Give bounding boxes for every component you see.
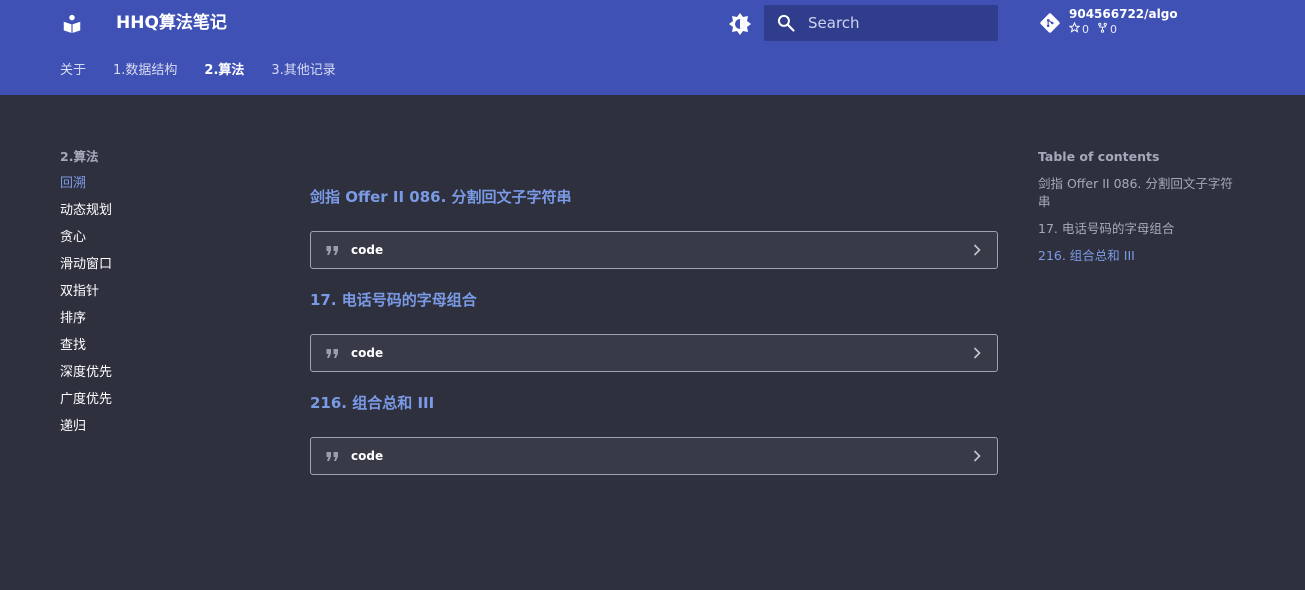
- repo-stars: 0: [1068, 21, 1089, 38]
- sidebar-item-sliding-window[interactable]: 滑动窗口: [60, 256, 260, 274]
- sidebar-nav: 2.算法 回溯 动态规划 贪心 滑动窗口 双指针 排序 查找 深度优先 广度优先…: [60, 148, 260, 445]
- toc-title: Table of contents: [1038, 149, 1160, 164]
- details-label: code: [351, 243, 384, 257]
- repo-forks: 0: [1097, 22, 1117, 38]
- repo-facts: 0 0: [1068, 21, 1178, 38]
- repo-stars-count: 0: [1082, 23, 1089, 36]
- toc-item[interactable]: 剑指 Offer II 086. 分割回文子字符串: [1038, 175, 1238, 211]
- git-icon: [1038, 11, 1062, 35]
- site-title[interactable]: HHQ算法笔记: [116, 12, 227, 34]
- header: HHQ算法笔记 904566722/algo 0: [0, 0, 1305, 95]
- section-heading[interactable]: 216. 组合总和 III: [310, 392, 998, 414]
- book-reader-icon[interactable]: [60, 12, 84, 36]
- quote-icon: [326, 451, 340, 462]
- tab-algorithms[interactable]: 2.算法: [204, 62, 244, 80]
- search-input[interactable]: [808, 14, 988, 32]
- sidebar-item-greedy[interactable]: 贪心: [60, 229, 260, 247]
- quote-icon: [326, 245, 340, 256]
- quote-icon: [326, 348, 340, 359]
- sidebar-item-backtracking[interactable]: 回溯: [60, 175, 260, 193]
- sidebar-item-dynamic-programming[interactable]: 动态规划: [60, 202, 260, 220]
- main-content: 剑指 Offer II 086. 分割回文子字符串 code 17. 电话号码的…: [310, 186, 998, 495]
- chevron-right-icon: [973, 347, 983, 359]
- repo-forks-count: 0: [1110, 23, 1117, 36]
- chevron-right-icon: [973, 450, 983, 462]
- search-box[interactable]: [764, 5, 998, 41]
- sidebar-item-searching[interactable]: 查找: [60, 337, 260, 355]
- tab-about[interactable]: 关于: [60, 62, 86, 80]
- code-details-toggle[interactable]: code: [310, 334, 998, 372]
- nav-title: 2.算法: [60, 149, 99, 164]
- chevron-right-icon: [973, 244, 983, 256]
- toc-item[interactable]: 17. 电话号码的字母组合: [1038, 220, 1238, 238]
- toc-item[interactable]: 216. 组合总和 III: [1038, 247, 1238, 265]
- code-details-toggle[interactable]: code: [310, 437, 998, 475]
- tab-data-structures[interactable]: 1.数据结构: [113, 62, 177, 80]
- sidebar-item-dfs[interactable]: 深度优先: [60, 364, 260, 382]
- code-details-toggle[interactable]: code: [310, 231, 998, 269]
- table-of-contents: Table of contents 剑指 Offer II 086. 分割回文子…: [1038, 148, 1238, 274]
- header-tabs: 关于 1.数据结构 2.算法 3.其他记录: [60, 62, 363, 80]
- details-label: code: [351, 346, 384, 360]
- brightness-icon[interactable]: [727, 11, 753, 37]
- repo-link[interactable]: 904566722/algo 0 0: [1038, 7, 1178, 38]
- search-icon[interactable]: [775, 12, 797, 34]
- sidebar-item-bfs[interactable]: 广度优先: [60, 391, 260, 409]
- details-label: code: [351, 449, 384, 463]
- sidebar-item-two-pointers[interactable]: 双指针: [60, 283, 260, 301]
- star-icon: [1068, 21, 1081, 38]
- section-heading[interactable]: 17. 电话号码的字母组合: [310, 289, 998, 311]
- sidebar-item-recursion[interactable]: 递归: [60, 418, 260, 436]
- fork-icon: [1097, 22, 1108, 38]
- section-heading[interactable]: 剑指 Offer II 086. 分割回文子字符串: [310, 186, 998, 208]
- tab-other-notes[interactable]: 3.其他记录: [271, 62, 335, 80]
- sidebar-item-sorting[interactable]: 排序: [60, 310, 260, 328]
- repo-name: 904566722/algo: [1069, 7, 1178, 21]
